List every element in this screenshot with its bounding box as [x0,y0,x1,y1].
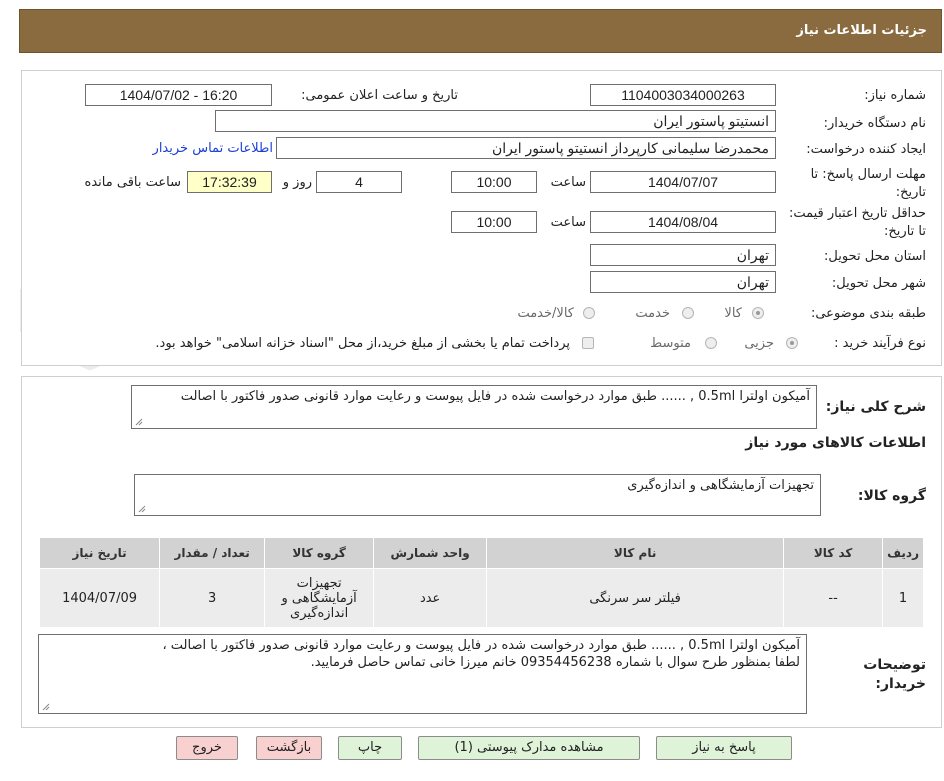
validity-time-label: ساعت [550,215,586,230]
buyer-org-field: انستیتو پاستور ایران [215,110,776,132]
buyer-notes-textarea[interactable]: آمیکون اولترا 0.5ml , ...... طبق موارد د… [38,634,807,714]
category-option-goods: کالا [724,306,742,321]
category-label: طبقه بندی موضوعی: [810,306,926,321]
goods-section-title: اطلاعات کالاهای مورد نیاز [745,435,926,451]
process-option-medium: متوسط [650,336,691,351]
buyer-org-label: نام دستگاه خریدار: [823,116,926,131]
treasury-payment-note: پرداخت تمام یا بخشی از مبلغ خرید،از محل … [155,336,570,351]
goods-group-text: تجهیزات آزمایشگاهی و اندازه‌گیری [627,478,814,493]
cell-date: 1404/07/09 [38,568,161,628]
cell-unit: عدد [373,568,488,628]
cell-group: تجهیزات آزمایشگاهی و اندازه‌گیری [264,568,375,628]
col-header-unit: واحد شمارش [373,537,488,569]
summary-label: شرح کلی نیاز: [825,399,926,415]
goods-group-textarea[interactable]: تجهیزات آزمایشگاهی و اندازه‌گیری [134,474,821,516]
announce-label: تاریخ و ساعت اعلان عمومی: [301,88,458,103]
goods-table-header: ردیف کد کالا نام کالا واحد شمارش گروه کا… [38,537,924,569]
city-field: تهران [590,271,776,293]
treasury-payment-checkbox[interactable] [582,337,594,349]
need-number-field: 1104003034000263 [590,84,776,106]
days-label: روز و [282,175,312,190]
cell-code: -- [783,568,884,628]
goods-group-label: گروه کالا: [857,488,926,504]
col-header-group: گروه کالا [264,537,375,569]
city-label: شهر محل تحویل: [831,276,926,291]
cell-row: 1 [882,568,924,628]
deadline-date-field: 1404/07/07 [590,171,776,193]
process-radio-medium[interactable] [705,337,717,349]
announce-field: 1404/07/02 - 16:20 [85,84,272,106]
exit-button[interactable]: خروج [176,736,238,760]
cell-name: فیلتر سر سرنگی [486,568,785,628]
goods-table: ردیف کد کالا نام کالا واحد شمارش گروه کا… [38,537,924,628]
buyer-notes-line-1: آمیکون اولترا 0.5ml , ...... طبق موارد د… [162,638,800,653]
deadline-time-label: ساعت [550,175,586,190]
validity-label: حداقل تاریخ اعتبار قیمت: تا تاریخ: [788,206,926,239]
category-radio-goods[interactable] [752,307,764,319]
category-option-both: کالا/خدمت [517,306,574,321]
cell-qty: 3 [159,568,266,628]
category-radio-both[interactable] [583,307,595,319]
process-radio-minor[interactable] [786,337,798,349]
col-header-date: تاریخ نیاز [38,537,161,569]
category-option-service: خدمت [635,306,670,321]
creator-label: ایجاد کننده درخواست: [806,142,926,157]
province-label: استان محل تحویل: [824,249,926,264]
process-option-minor: جزیی [744,336,774,351]
resize-grip-icon [42,703,50,711]
col-header-code: کد کالا [783,537,884,569]
resize-grip-icon [135,418,143,426]
page-header: جزئیات اطلاعات نیاز [19,9,942,53]
view-attachments-button[interactable]: مشاهده مدارک پیوستی (1) [418,736,640,760]
validity-date-field: 1404/08/04 [590,211,776,233]
need-number-label: شماره نیاز: [864,88,926,103]
province-field: تهران [590,244,776,266]
buyer-notes-line-2: لطفا بمنظور طرح سوال با شماره 0935445623… [310,655,800,670]
creator-field: محمدرضا سلیمانی کارپرداز انستیتو پاستور … [276,137,776,159]
deadline-time-field: 10:00 [451,171,537,193]
table-row: 1 -- فیلتر سر سرنگی عدد تجهیزات آزمایشگا… [38,568,924,628]
reply-button[interactable]: پاسخ به نیاز [656,736,792,760]
days-field: 4 [316,171,402,193]
process-label: نوع فرآیند خرید : [834,336,926,351]
buyer-contact-link[interactable]: اطلاعات تماس خریدار [153,141,273,156]
print-button[interactable]: چاپ [338,736,402,760]
col-header-qty: تعداد / مقدار [159,537,266,569]
validity-time-field: 10:00 [451,211,537,233]
back-button[interactable]: بازگشت [256,736,322,760]
remaining-time-field: 17:32:39 [187,171,272,193]
col-header-row: ردیف [882,537,924,569]
remaining-label: ساعت باقی مانده [84,175,181,190]
buyer-notes-label: توضیحات خریدار: [863,657,926,692]
summary-textarea[interactable]: آمیکون اولترا 0.5ml , ...... طبق موارد د… [131,385,817,429]
category-radio-service[interactable] [682,307,694,319]
deadline-label: مهلت ارسال پاسخ: تا تاریخ: [810,167,926,200]
page-title: جزئیات اطلاعات نیاز [796,23,927,38]
resize-grip-icon [138,505,146,513]
col-header-name: نام کالا [486,537,785,569]
summary-text: آمیکون اولترا 0.5ml , ...... طبق موارد د… [180,389,810,404]
